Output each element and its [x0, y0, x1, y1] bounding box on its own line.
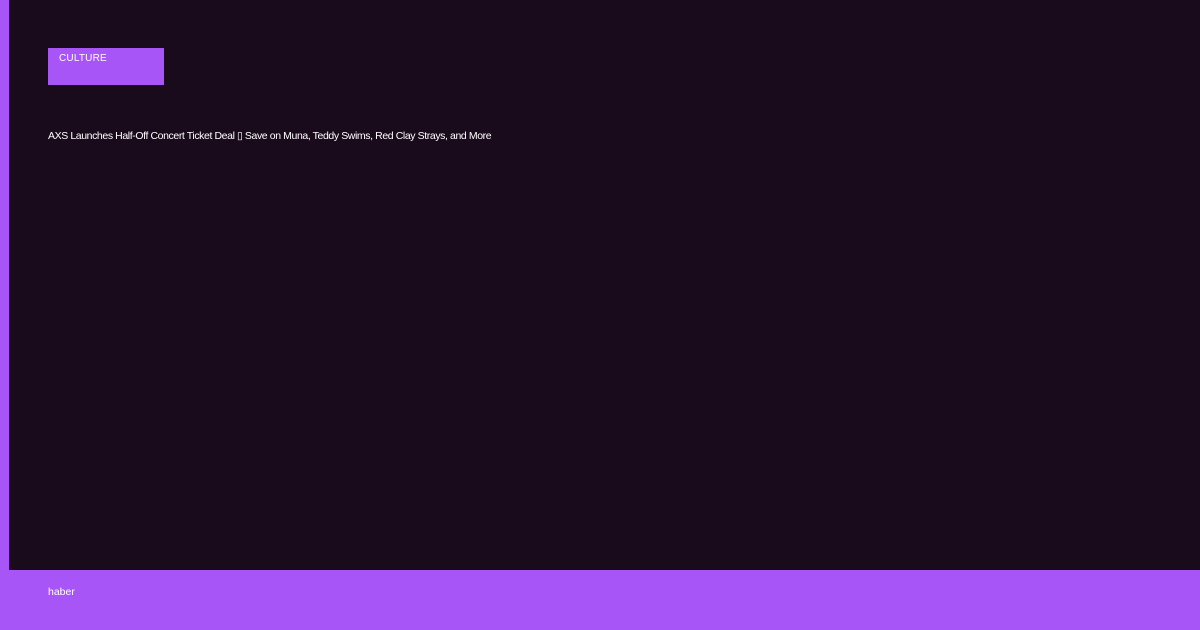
content-panel [9, 0, 1200, 570]
footer-bar: haber [0, 570, 1200, 630]
category-badge: CULTURE [48, 48, 164, 85]
brand-name: haber [48, 586, 75, 598]
article-headline: AXS Launches Half-Off Concert Ticket Dea… [48, 130, 492, 142]
category-label: CULTURE [59, 53, 107, 64]
share-card: CULTURE AXS Launches Half-Off Concert Ti… [0, 0, 1200, 630]
